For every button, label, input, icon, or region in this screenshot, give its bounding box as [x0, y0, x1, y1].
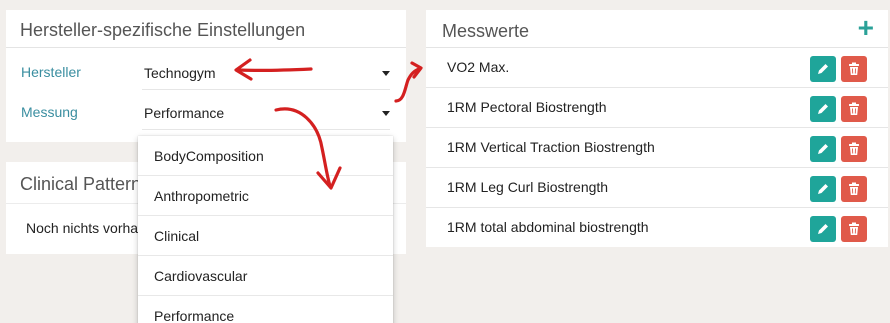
measurement-label: VO2 Max. — [447, 59, 510, 75]
measurement-dropdown-menu: BodyComposition Anthropometric Clinical … — [138, 136, 393, 323]
delete-button[interactable] — [841, 176, 867, 202]
dropdown-option[interactable]: BodyComposition — [138, 136, 393, 176]
delete-button[interactable] — [841, 136, 867, 162]
delete-button[interactable] — [841, 96, 867, 122]
manufacturer-settings-panel: Hersteller-spezifische Einstellungen Her… — [6, 10, 406, 142]
delete-button[interactable] — [841, 216, 867, 242]
manufacturer-select[interactable]: Technogym — [142, 56, 390, 90]
dropdown-option[interactable]: Anthropometric — [138, 176, 393, 216]
pencil-icon — [818, 144, 828, 154]
measurement-row: 1RM total abdominal biostrength — [426, 208, 888, 248]
pencil-icon — [818, 224, 828, 234]
chevron-down-icon — [382, 71, 390, 76]
measurements-panel: Messwerte + VO2 Max. 1RM Pectoral Biostre… — [426, 10, 888, 247]
measurements-panel-title: Messwerte — [426, 10, 888, 48]
pencil-icon — [818, 184, 828, 194]
measurement-select-value: Performance — [144, 105, 225, 121]
pencil-icon — [818, 64, 828, 74]
edit-button[interactable] — [810, 216, 836, 242]
settings-panel-title: Hersteller-spezifische Einstellungen — [6, 10, 406, 48]
measurement-label: 1RM Pectoral Biostrength — [447, 99, 607, 115]
trash-icon — [849, 102, 859, 115]
edit-button[interactable] — [810, 56, 836, 82]
delete-button[interactable] — [841, 56, 867, 82]
manufacturer-row: Hersteller Technogym — [6, 52, 406, 92]
manufacturer-label: Hersteller — [21, 64, 81, 80]
measurement-row: 1RM Vertical Traction Biostrength — [426, 128, 888, 168]
pencil-icon — [818, 104, 828, 114]
dropdown-option[interactable]: Performance — [138, 296, 393, 323]
edit-button[interactable] — [810, 176, 836, 202]
measurement-row: 1RM Pectoral Biostrength — [426, 88, 888, 128]
measurement-label: Messung — [21, 104, 78, 120]
dropdown-option[interactable]: Cardiovascular — [138, 256, 393, 296]
measurement-row: VO2 Max. — [426, 48, 888, 88]
measurement-label: 1RM total abdominal biostrength — [447, 219, 649, 235]
plus-icon[interactable]: + — [858, 14, 874, 42]
trash-icon — [849, 182, 859, 195]
measurement-label: 1RM Leg Curl Biostrength — [447, 179, 609, 195]
dropdown-option[interactable]: Clinical — [138, 216, 393, 256]
measurement-row: 1RM Leg Curl Biostrength — [426, 168, 888, 208]
measurement-select[interactable]: Performance — [142, 96, 390, 130]
edit-button[interactable] — [810, 96, 836, 122]
measurement-row: Messung Performance — [6, 92, 406, 132]
measurement-label: 1RM Vertical Traction Biostrength — [447, 139, 655, 155]
trash-icon — [849, 222, 859, 235]
edit-button[interactable] — [810, 136, 836, 162]
trash-icon — [849, 142, 859, 155]
chevron-down-icon — [382, 111, 390, 116]
manufacturer-select-value: Technogym — [144, 65, 216, 81]
trash-icon — [849, 62, 859, 75]
